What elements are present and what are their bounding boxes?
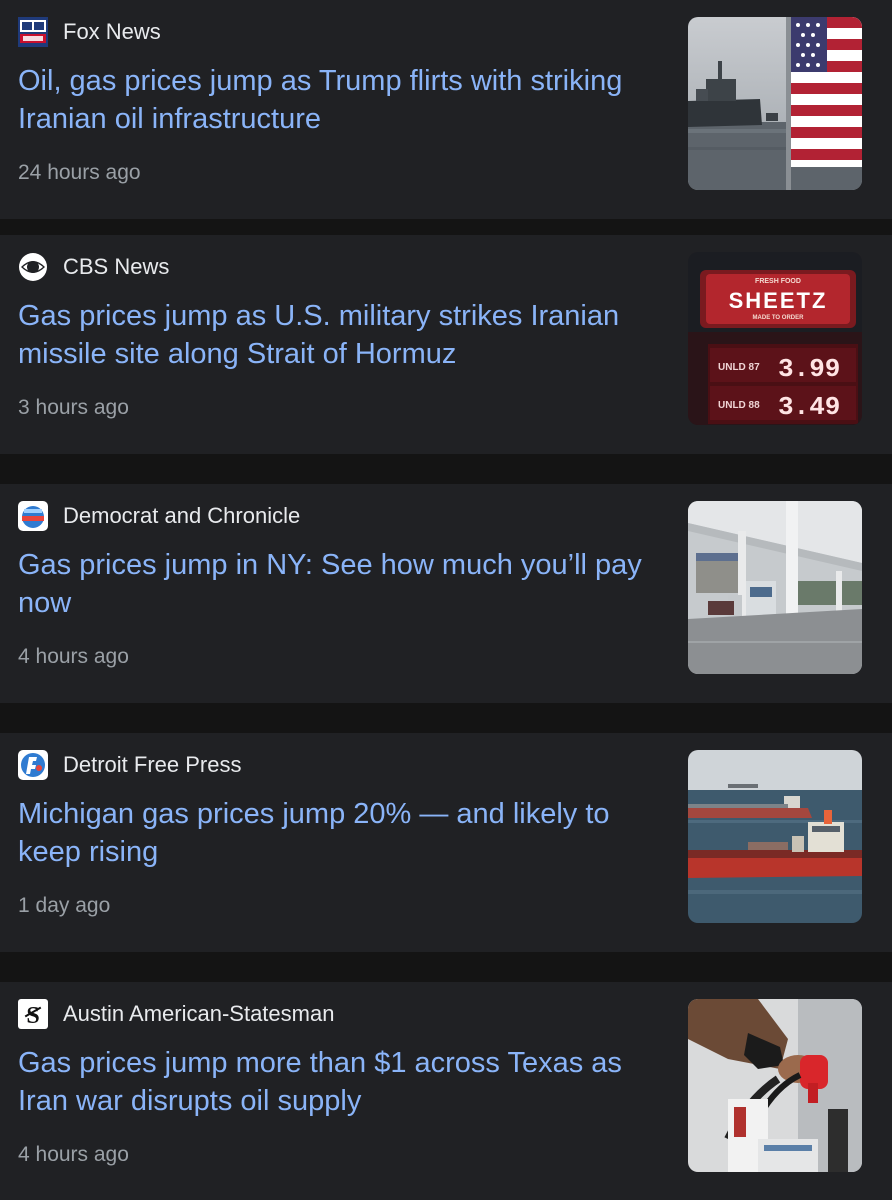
- headline-link[interactable]: Gas prices jump more than $1 across Texa…: [18, 1044, 668, 1120]
- price-row2-label: UNLD 88: [718, 400, 760, 411]
- news-card-cbs-news[interactable]: CBS News Gas prices jump as U.S. militar…: [0, 235, 892, 454]
- source-row: CBS News: [18, 252, 169, 282]
- source-name: Fox News: [63, 19, 161, 44]
- oil-tankers-at-sea-image[interactable]: [688, 750, 862, 923]
- headline-link[interactable]: Michigan gas prices jump 20% — and likel…: [18, 795, 668, 871]
- news-card-democrat-and-chronicle[interactable]: Democrat and Chronicle Gas prices jump i…: [0, 484, 892, 703]
- headline-link[interactable]: Gas prices jump as U.S. military strikes…: [18, 297, 668, 373]
- source-row: S Austin American-Statesman: [18, 999, 334, 1029]
- news-card-austin-american-statesman[interactable]: S Austin American-Statesman Gas prices j…: [0, 982, 892, 1200]
- svg-text:S: S: [26, 1003, 39, 1029]
- detroit-free-press-logo-icon: [18, 750, 48, 780]
- news-feed: Fox News Oil, gas prices jump as Trump f…: [0, 0, 892, 1200]
- sheetz-price-sign-image[interactable]: FRESH FOOD SHEETZ MADE TO ORDER UNLD 87 …: [688, 252, 862, 425]
- source-name: Detroit Free Press: [63, 752, 242, 777]
- sign-tagline-bottom: MADE TO ORDER: [753, 315, 805, 321]
- source-name: CBS News: [63, 254, 170, 279]
- source-name: Austin American-Statesman: [63, 1001, 335, 1026]
- price-row2-value: 3.49: [778, 392, 840, 422]
- fox-news-logo-icon: [18, 17, 48, 47]
- sign-brand: SHEETZ: [729, 288, 828, 313]
- news-card-fox-news[interactable]: Fox News Oil, gas prices jump as Trump f…: [0, 0, 892, 219]
- source-name: Democrat and Chronicle: [63, 503, 301, 528]
- sign-tagline-top: FRESH FOOD: [755, 278, 801, 285]
- source-row: Detroit Free Press: [18, 750, 242, 780]
- news-card-detroit-free-press[interactable]: Detroit Free Press Michigan gas prices j…: [0, 733, 892, 952]
- headline-link[interactable]: Oil, gas prices jump as Trump flirts wit…: [18, 62, 668, 138]
- cbs-eye-logo-icon: [18, 252, 48, 282]
- headline-link[interactable]: Gas prices jump in NY: See how much you’…: [18, 546, 668, 622]
- timestamp: 4 hours ago: [18, 645, 129, 668]
- price-row1-label: UNLD 87: [718, 362, 760, 373]
- timestamp: 24 hours ago: [18, 161, 141, 184]
- source-row: Fox News: [18, 17, 161, 47]
- price-row1-value: 3.99: [778, 354, 840, 384]
- timestamp: 3 hours ago: [18, 396, 129, 419]
- statesman-logo-icon: S: [18, 999, 48, 1029]
- source-row: Democrat and Chronicle: [18, 501, 300, 531]
- timestamp: 4 hours ago: [18, 1143, 129, 1166]
- tanker-and-us-flag-image[interactable]: [688, 17, 862, 190]
- timestamp: 1 day ago: [18, 894, 111, 917]
- democrat-chronicle-logo-icon: [18, 501, 48, 531]
- gas-station-canopy-image[interactable]: [688, 501, 862, 674]
- fuel-pump-nozzle-image[interactable]: [688, 999, 862, 1172]
